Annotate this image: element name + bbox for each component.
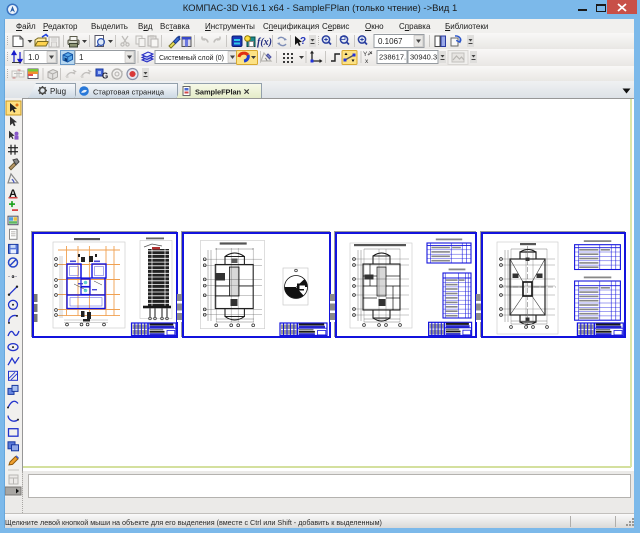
svg-text:x: x bbox=[365, 58, 369, 65]
svg-text:238617.: 238617. bbox=[379, 53, 406, 62]
svg-text:G: G bbox=[102, 72, 108, 81]
svg-text:Y+: Y+ bbox=[363, 51, 370, 58]
svg-text:0.1067: 0.1067 bbox=[378, 37, 403, 46]
svg-text:1: 1 bbox=[79, 53, 84, 62]
svg-text:Системный слой (0): Системный слой (0) bbox=[159, 54, 224, 62]
svg-text:1.0: 1.0 bbox=[28, 53, 40, 62]
svg-text:?: ? bbox=[300, 36, 306, 47]
svg-text:30940.3: 30940.3 bbox=[410, 53, 437, 62]
svg-text:f(x): f(x) bbox=[257, 37, 272, 48]
